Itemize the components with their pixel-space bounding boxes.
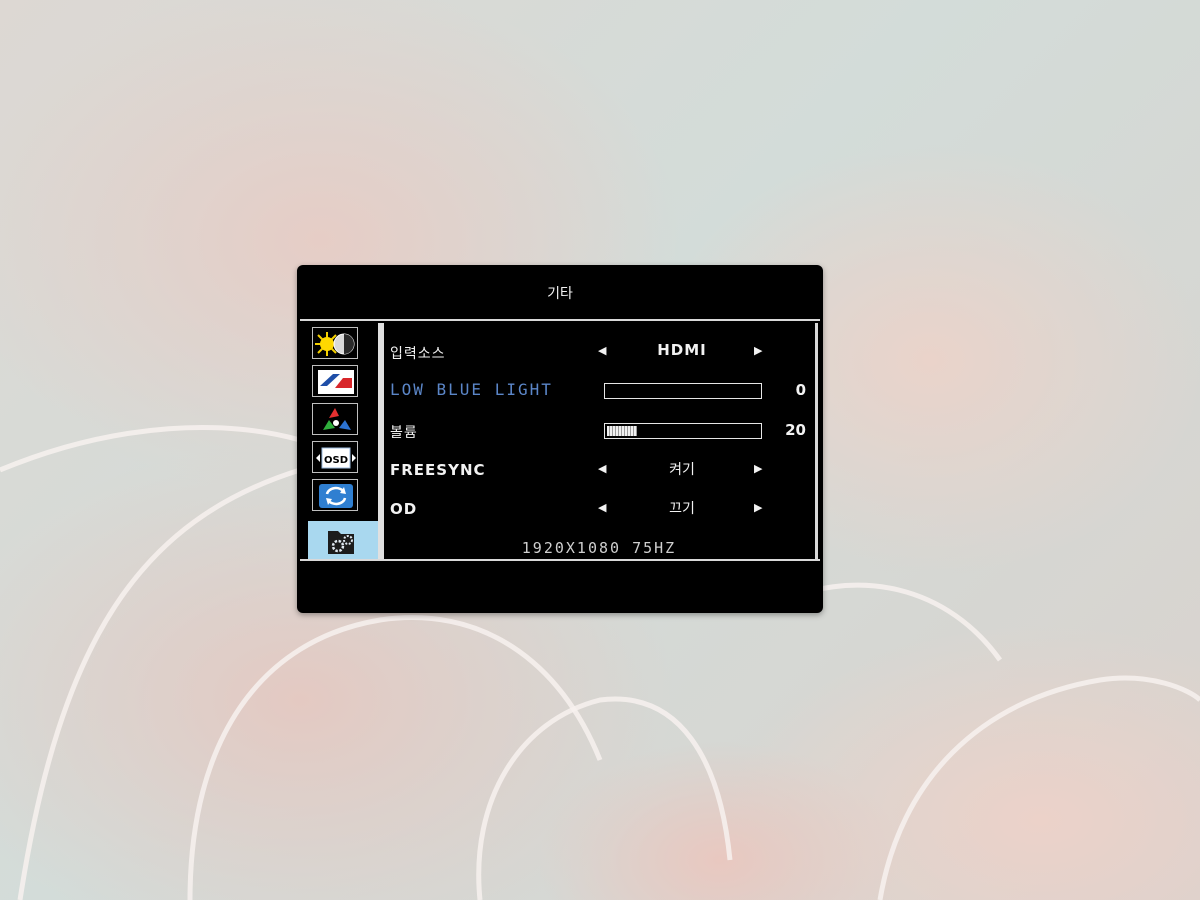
- brightness-contrast-icon[interactable]: [312, 327, 358, 359]
- arrow-right-icon[interactable]: ▶: [754, 501, 762, 514]
- resolution-info: 1920X1080 75HZ: [521, 539, 677, 557]
- setting-label-volume: 볼륨: [390, 425, 418, 441]
- setting-label-low-blue-light: LOW BLUE LIGHT: [390, 380, 553, 399]
- low-blue-light-value: 0: [795, 381, 806, 399]
- osd-category-sidebar: OSD: [308, 323, 378, 561]
- image-icon[interactable]: [312, 365, 358, 397]
- title-divider: [300, 319, 820, 321]
- arrow-left-icon[interactable]: ◀: [598, 344, 606, 357]
- setting-row-volume[interactable]: 볼륨 20: [390, 416, 810, 446]
- setting-label-input-source: 입력소스: [390, 346, 446, 362]
- panel-border-left: [378, 323, 384, 559]
- arrow-left-icon[interactable]: ◀: [598, 462, 606, 475]
- bottom-divider: [300, 559, 820, 561]
- low-blue-light-slider[interactable]: [604, 383, 762, 399]
- volume-value: 20: [785, 421, 806, 439]
- osd-settings-icon[interactable]: OSD: [312, 441, 358, 473]
- arrow-right-icon[interactable]: ▶: [754, 462, 762, 475]
- freesync-value: 켜기: [669, 462, 695, 478]
- od-value: 끄기: [669, 501, 695, 517]
- arrow-right-icon[interactable]: ▶: [754, 344, 762, 357]
- osd-icon-label: OSD: [324, 455, 348, 466]
- volume-slider[interactable]: [604, 423, 762, 439]
- setting-row-input-source[interactable]: 입력소스 ◀ HDMI ▶: [390, 337, 810, 367]
- settings-panel: 입력소스 ◀ HDMI ▶ LOW BLUE LIGHT 0 볼륨 20 FRE…: [378, 323, 820, 559]
- setting-row-freesync[interactable]: FREESYNC ◀ 켜기 ▶: [390, 455, 810, 485]
- reset-icon[interactable]: [312, 479, 358, 511]
- setting-row-low-blue-light[interactable]: LOW BLUE LIGHT 0: [390, 376, 810, 406]
- osd-menu: 기타 OSD 입력소스 ◀ HDMI ▶ LOW BLUE LIGHT 0 볼륨…: [297, 265, 823, 613]
- setting-row-od[interactable]: OD ◀ 끄기 ▶: [390, 494, 810, 524]
- arrow-left-icon[interactable]: ◀: [598, 501, 606, 514]
- other-settings-icon[interactable]: [308, 521, 378, 561]
- setting-label-od: OD: [390, 500, 418, 518]
- input-source-value: HDMI: [657, 341, 707, 359]
- osd-title: 기타: [547, 286, 573, 302]
- volume-slider-fill: [607, 426, 637, 436]
- color-icon[interactable]: [312, 403, 358, 435]
- panel-border-right: [815, 323, 818, 559]
- setting-label-freesync: FREESYNC: [390, 461, 486, 479]
